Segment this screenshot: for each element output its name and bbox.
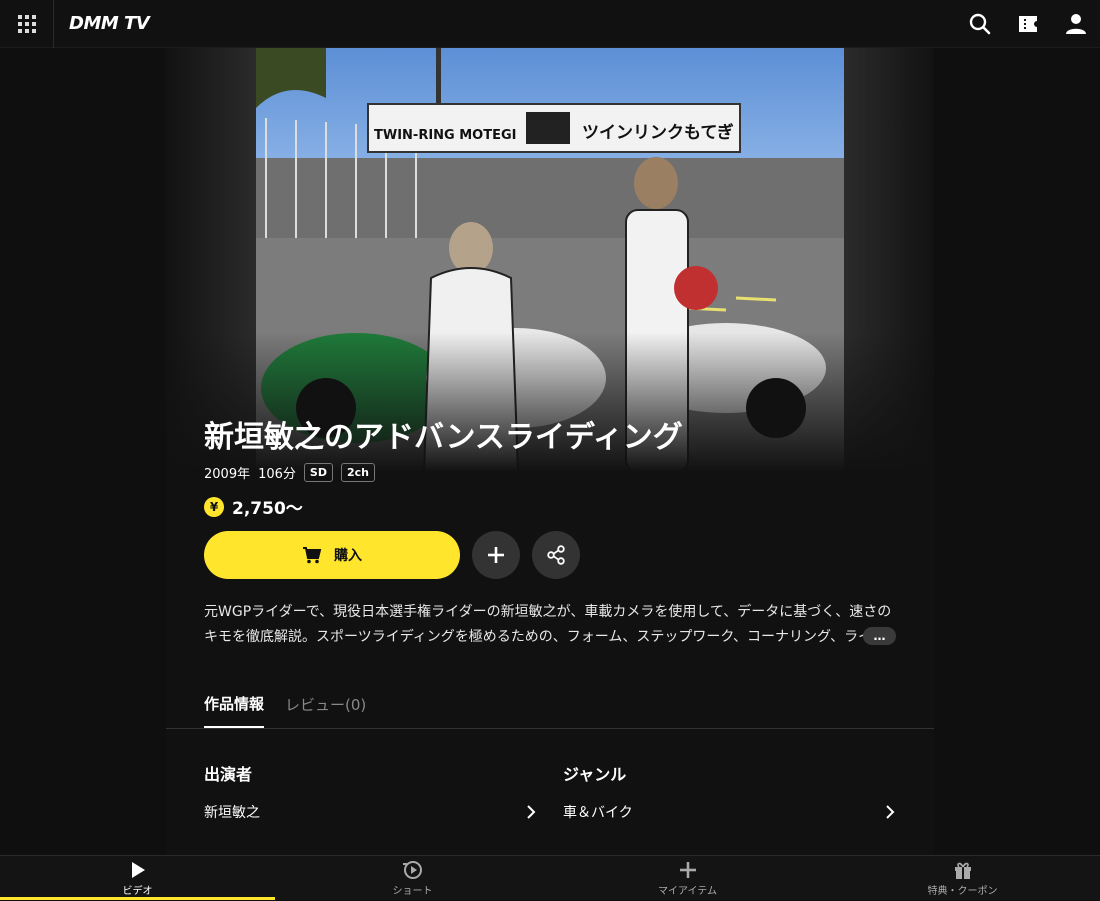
- price-value: 2,750〜: [232, 499, 303, 519]
- short-icon: [402, 861, 422, 879]
- content-title: 新垣敏之のアドバンスライディング: [204, 420, 683, 455]
- hero-section: TWIN-RING MOTEGI ツインリンクもてぎ: [166, 48, 934, 472]
- hero-sign-jp: ツインリンクもてぎ: [582, 122, 734, 143]
- nav-short-label: ショート: [392, 886, 433, 897]
- nav-coupons[interactable]: 特典・クーポン: [825, 856, 1100, 901]
- nav-short[interactable]: ショート: [275, 856, 550, 901]
- chevron-right-icon: [886, 805, 895, 819]
- audio-badge: 2ch: [340, 462, 375, 482]
- share-icon: [547, 545, 565, 565]
- play-icon: [131, 862, 145, 878]
- nav-video-label: ビデオ: [122, 886, 153, 897]
- purchase-button[interactable]: 購入: [204, 531, 460, 579]
- purchase-label: 購入: [334, 548, 362, 564]
- cart-icon: [303, 547, 322, 564]
- quality-badge: SD: [303, 462, 333, 482]
- release-year: 2009年: [204, 466, 251, 482]
- price-row: ¥ 2,750〜: [204, 494, 303, 519]
- nav-my-items[interactable]: マイアイテム: [550, 856, 825, 901]
- genre-heading: ジャンル: [563, 765, 627, 784]
- grid-menu-icon: [17, 15, 36, 33]
- share-button[interactable]: [532, 531, 580, 579]
- bottom-navigation: ビデオ ショート マイアイテム 特典・クーポン: [0, 855, 1100, 900]
- gift-icon: [954, 862, 971, 879]
- nav-my-items-label: マイアイテム: [658, 886, 717, 897]
- search-button[interactable]: [967, 11, 993, 37]
- description-text: 元WGPライダーで、現役日本選手権ライダーの新垣敏之が、車載カメラを使用して、デ…: [204, 604, 892, 645]
- content-tabs: 作品情報 レビュー(0): [166, 680, 934, 729]
- user-icon: [1066, 14, 1086, 34]
- plus-icon: [679, 862, 696, 878]
- cast-link[interactable]: 新垣敏之: [204, 800, 536, 824]
- main-content: TWIN-RING MOTEGI ツインリンクもてぎ 新垣敏之のアドバンスライデ…: [166, 48, 934, 855]
- genre-link[interactable]: 車＆バイク: [563, 800, 895, 824]
- duration: 106分: [258, 466, 296, 482]
- cast-name: 新垣敏之: [204, 805, 260, 821]
- content-meta: 2009年 106分 SD 2ch: [204, 461, 383, 483]
- nav-coupons-label: 特典・クーポン: [927, 886, 998, 897]
- menu-button[interactable]: [0, 0, 54, 48]
- plus-icon: [488, 547, 504, 563]
- cast-heading: 出演者: [204, 765, 253, 784]
- chevron-right-icon: [527, 805, 536, 819]
- dmm-tv-logo[interactable]: DMM TV: [69, 13, 150, 34]
- yen-icon: ¥: [204, 496, 224, 517]
- top-header: DMM TV: [0, 0, 1100, 48]
- expand-description-button[interactable]: …: [863, 627, 896, 645]
- hero-sign-en: TWIN-RING MOTEGI: [374, 128, 517, 143]
- ticket-button[interactable]: [1015, 11, 1041, 37]
- account-button[interactable]: [1063, 11, 1089, 37]
- tab-reviews[interactable]: レビュー(0): [285, 680, 366, 728]
- search-icon: [969, 13, 991, 35]
- genre-name: 車＆バイク: [563, 805, 633, 821]
- tab-info[interactable]: 作品情報: [204, 680, 265, 728]
- ticket-icon: [1019, 16, 1037, 32]
- add-to-list-button[interactable]: [472, 531, 520, 579]
- nav-video[interactable]: ビデオ: [0, 856, 275, 901]
